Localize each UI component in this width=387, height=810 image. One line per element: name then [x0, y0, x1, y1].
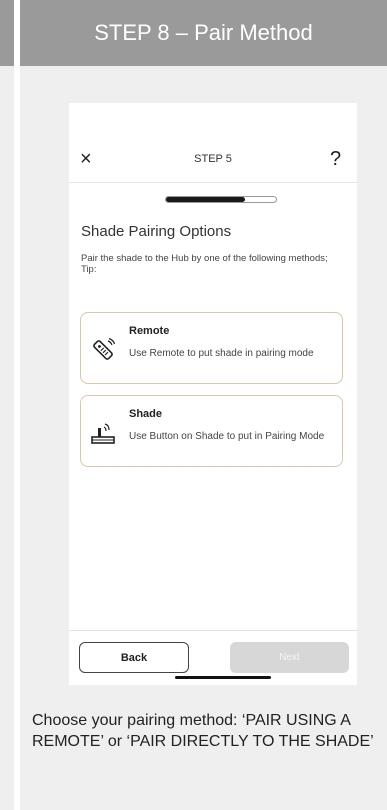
option-remote-title: Remote: [129, 325, 170, 337]
back-button[interactable]: Back: [79, 642, 189, 673]
option-remote-card[interactable]: Remote Use Remote to put shade in pairin…: [80, 312, 343, 384]
left-strip-band: [0, 0, 14, 66]
progress-bar: [165, 196, 277, 203]
top-divider: [69, 182, 357, 183]
step-panel: STEP 8 – Pair Method × STEP 5 ? Shade Pa…: [20, 0, 387, 810]
tip-label: Tip:: [81, 264, 97, 275]
step-label: STEP 5: [194, 153, 232, 165]
pairing-description: Pair the shade to the Hub by one of the …: [81, 253, 343, 275]
remote-icon: [93, 337, 116, 360]
option-shade-description: Use Button on Shade to put in Pairing Mo…: [129, 431, 325, 442]
progress-fill: [166, 197, 246, 202]
option-shade-title: Shade: [129, 408, 163, 420]
step-header: STEP 8 – Pair Method: [20, 0, 387, 66]
shade-button-icon: [91, 423, 115, 444]
left-strip: [0, 0, 14, 810]
footer-divider: [69, 630, 357, 631]
home-indicator: [175, 676, 271, 679]
page-title: Shade Pairing Options: [81, 223, 232, 240]
next-button[interactable]: Next: [230, 642, 349, 673]
instruction-caption: Choose your pairing method: ‘PAIR USING …: [32, 712, 374, 750]
option-shade-card[interactable]: Shade Use Button on Shade to put in Pair…: [80, 395, 343, 467]
phone-top-bar: × STEP 5 ?: [69, 103, 357, 185]
help-icon[interactable]: ?: [330, 148, 341, 171]
option-remote-description: Use Remote to put shade in pairing mode: [129, 348, 314, 359]
phone-screenshot: × STEP 5 ? Shade Pairing Options Pair th…: [69, 103, 357, 685]
description-text: Pair the shade to the Hub by one of the …: [81, 253, 328, 264]
